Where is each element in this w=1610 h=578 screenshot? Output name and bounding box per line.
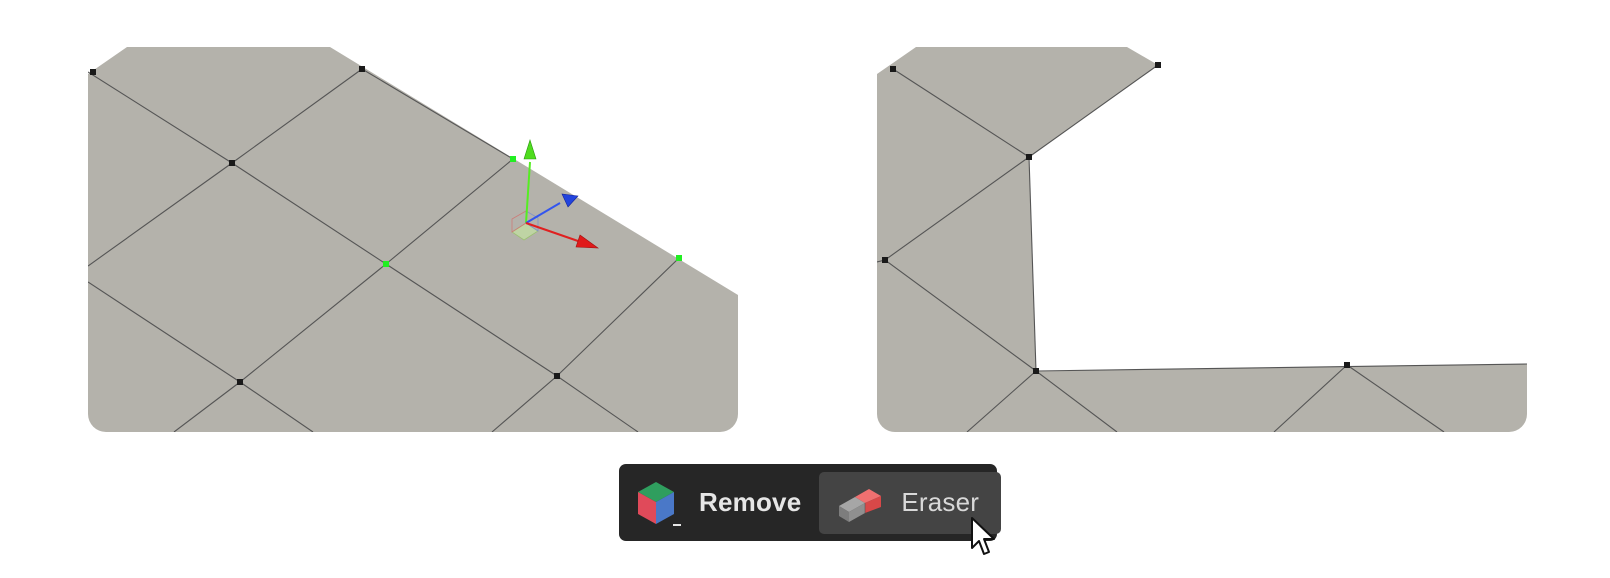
vertex[interactable] bbox=[90, 69, 96, 75]
eraser-button[interactable]: Eraser bbox=[819, 471, 1002, 534]
vertex[interactable] bbox=[359, 66, 365, 72]
modeling-toolbar: Remove Eraser bbox=[619, 464, 1002, 541]
eraser-label: Eraser bbox=[901, 487, 980, 517]
selected-vertex[interactable] bbox=[676, 255, 682, 261]
vertex[interactable] bbox=[1155, 62, 1161, 68]
vertex[interactable] bbox=[237, 379, 243, 385]
stage: Remove Eraser bbox=[0, 0, 1610, 578]
vertex[interactable] bbox=[890, 66, 896, 72]
remove-label: Remove bbox=[699, 487, 802, 517]
viewport-after[interactable] bbox=[877, 28, 1527, 432]
selected-vertex[interactable] bbox=[383, 261, 389, 267]
remove-button[interactable]: Remove bbox=[631, 472, 815, 534]
vertex[interactable] bbox=[1026, 154, 1032, 160]
vertex[interactable] bbox=[554, 373, 560, 379]
eraser-icon bbox=[833, 478, 883, 528]
vertex[interactable] bbox=[882, 257, 888, 263]
gizmo-y-arrow[interactable] bbox=[523, 139, 537, 160]
selected-vertex[interactable] bbox=[510, 156, 516, 162]
vertex[interactable] bbox=[1344, 362, 1350, 368]
vertex[interactable] bbox=[1033, 368, 1039, 374]
mesh-surface[interactable] bbox=[877, 47, 1527, 432]
cube-remove-icon bbox=[631, 478, 681, 528]
mesh-surface[interactable] bbox=[88, 47, 738, 432]
viewport-before[interactable] bbox=[88, 28, 738, 432]
vertex[interactable] bbox=[229, 160, 235, 166]
